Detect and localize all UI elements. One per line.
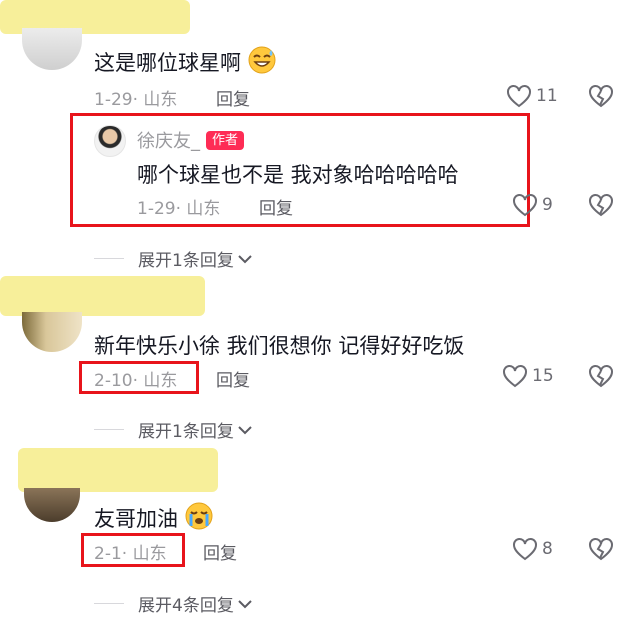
author-avatar[interactable] (94, 125, 126, 157)
expand-replies-button[interactable]: 展开4条回复 (94, 591, 253, 616)
like-count: 9 (542, 195, 553, 215)
comment-text: 新年快乐小徐 我们很想你 记得好好吃饭 (94, 334, 465, 358)
author-line: 徐庆友_ 作者 (137, 127, 245, 153)
author-name[interactable]: 徐庆友_ (137, 127, 200, 153)
dislike-button[interactable] (588, 193, 614, 217)
like-button[interactable]: 8 (512, 537, 553, 561)
divider (94, 429, 124, 430)
reply-text: 哪个球星也不是 我对象哈哈哈哈哈 (137, 163, 459, 187)
comment-text: 这是哪位球星啊 (94, 46, 276, 77)
avatar[interactable] (24, 488, 80, 522)
expand-label: 展开4条回复 (138, 596, 234, 616)
heart-icon (502, 364, 528, 388)
reply-meta: 1-29· 山东 (137, 199, 221, 219)
broken-heart-icon (588, 84, 614, 108)
like-count: 8 (542, 539, 553, 559)
chevron-down-icon (237, 253, 253, 265)
dislike-button[interactable] (588, 364, 614, 388)
like-count: 15 (532, 366, 554, 386)
broken-heart-icon (588, 193, 614, 217)
avatar[interactable] (22, 312, 82, 352)
heart-icon (506, 84, 532, 108)
like-button[interactable]: 11 (506, 84, 558, 108)
comment-text: 友哥加油 (94, 502, 213, 533)
expand-label: 展开1条回复 (138, 422, 234, 442)
reply-button[interactable]: 回复 (203, 539, 237, 564)
chevron-down-icon (237, 424, 253, 436)
dislike-button[interactable] (588, 537, 614, 561)
divider (94, 258, 124, 259)
highlight-box (79, 361, 199, 394)
reply-button[interactable]: 回复 (216, 366, 250, 391)
redacted-username-2 (0, 276, 205, 316)
broken-heart-icon (588, 537, 614, 561)
like-count: 11 (536, 86, 558, 106)
dislike-button[interactable] (588, 84, 614, 108)
expand-label: 展开1条回复 (138, 251, 234, 271)
comment-meta: 1-29· 山东 (94, 90, 178, 110)
heart-icon (512, 537, 538, 561)
sweat-smile-emoji-icon (248, 46, 276, 74)
crying-emoji-icon (185, 502, 213, 530)
author-badge: 作者 (206, 130, 245, 150)
redacted-username-3 (18, 448, 218, 492)
like-button[interactable]: 15 (502, 364, 554, 388)
expand-replies-button[interactable]: 展开1条回复 (94, 246, 253, 271)
chevron-down-icon (237, 598, 253, 610)
expand-replies-button[interactable]: 展开1条回复 (94, 417, 253, 442)
reply-button[interactable]: 回复 (216, 85, 250, 110)
heart-icon (512, 193, 538, 217)
highlight-box (81, 533, 185, 567)
avatar[interactable] (22, 28, 82, 70)
broken-heart-icon (588, 364, 614, 388)
reply-button[interactable]: 回复 (259, 194, 293, 219)
divider (94, 603, 124, 604)
like-button[interactable]: 9 (512, 193, 553, 217)
